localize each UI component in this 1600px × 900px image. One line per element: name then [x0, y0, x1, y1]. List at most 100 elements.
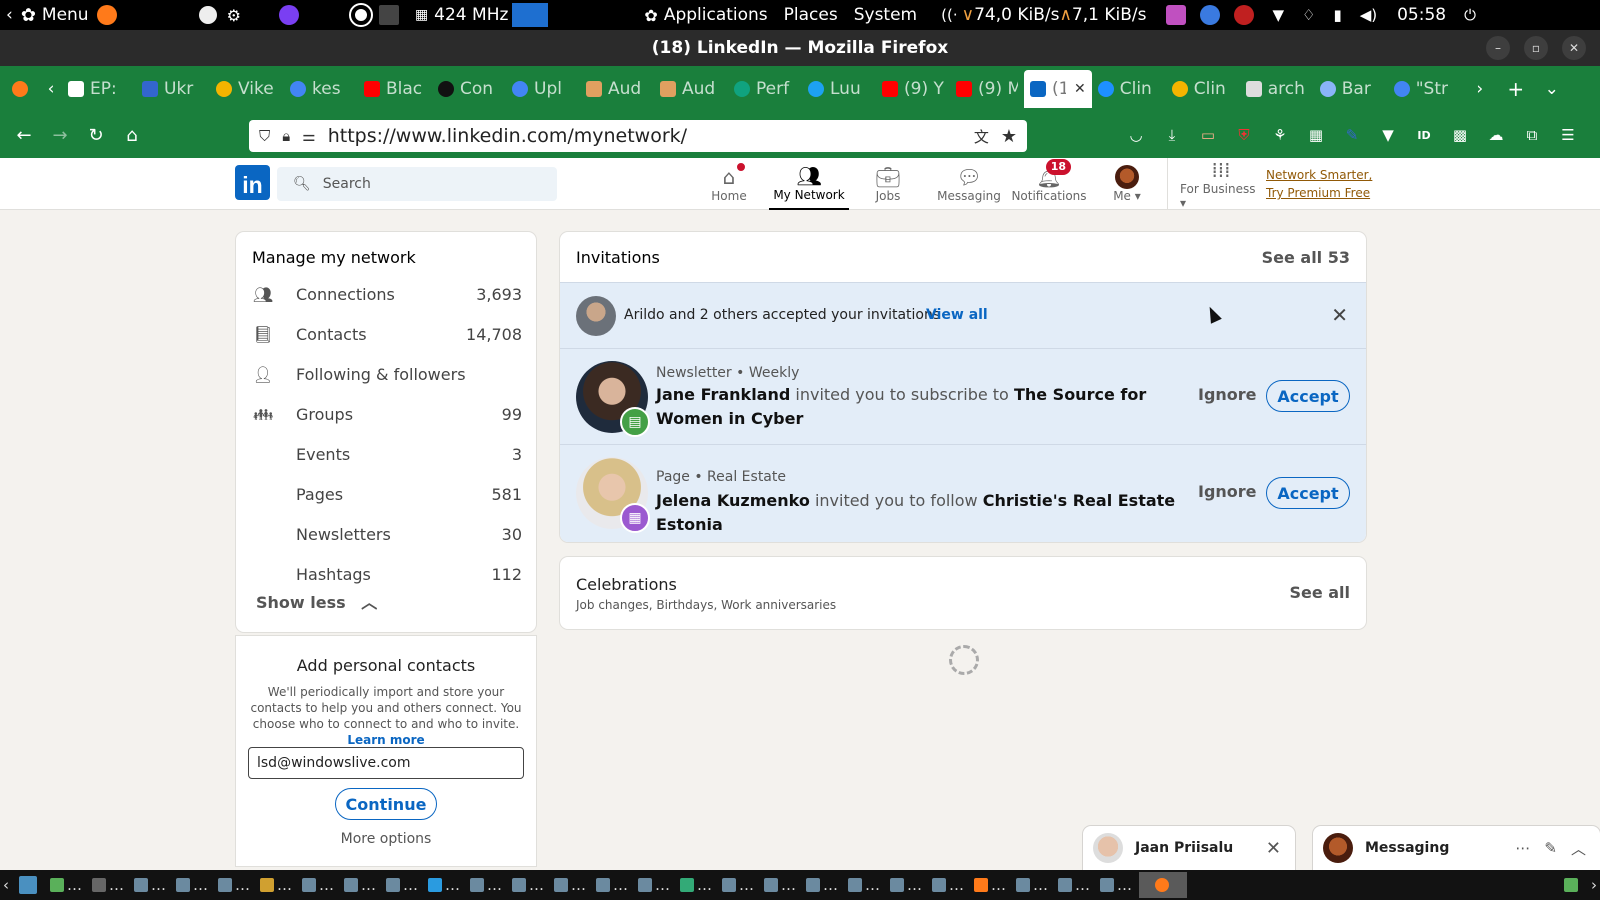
app-a-icon[interactable] [198, 6, 217, 24]
nav-messaging[interactable]: 💬︎ Messaging [936, 158, 1002, 210]
see-all-celebrations-button[interactable]: See all [1289, 583, 1350, 602]
linkedin-logo[interactable]: in [235, 165, 270, 200]
close-window-icon[interactable]: ✕ [1562, 36, 1586, 60]
browser-tab[interactable]: arch [1240, 70, 1314, 108]
tray-battery-icon[interactable]: ▮ [1333, 0, 1341, 30]
browser-tab[interactable]: (9) Y [876, 70, 950, 108]
browser-tab[interactable]: Bar [1314, 70, 1388, 108]
chat-contact-name[interactable]: Jaan Priisalu [1135, 840, 1266, 856]
taskbar-window-button[interactable]: … [341, 872, 379, 898]
taskbar-window-button[interactable]: … [803, 872, 841, 898]
network-item-contacts[interactable]: 📘︎ Contacts 14,708 [252, 314, 522, 354]
network-item-hashtags[interactable]: Hashtags 112 [252, 554, 522, 594]
messaging-title[interactable]: Messaging [1365, 840, 1515, 856]
places-menu[interactable]: Places [784, 0, 838, 30]
taskbar-window-button[interactable]: … [383, 872, 421, 898]
network-item-pages[interactable]: Pages 581 [252, 474, 522, 514]
ublock-icon[interactable]: ⛨ [1233, 124, 1255, 146]
url-bar[interactable]: ⛉ 🔒︎ ⚌ https://www.linkedin.com/mynetwor… [249, 120, 1027, 152]
tray-record-icon[interactable] [1234, 5, 1255, 25]
taskbar-window-button[interactable]: … [467, 872, 505, 898]
network-item-connections[interactable]: 👥︎ Connections 3,693 [252, 274, 522, 314]
extension-icon[interactable]: ▩ [1449, 124, 1471, 146]
taskbar-window-button[interactable]: … [551, 872, 589, 898]
filter-icon[interactable]: ▼ [1377, 124, 1399, 146]
browser-tab[interactable]: Perf [728, 70, 802, 108]
browser-tab[interactable]: Aud [654, 70, 728, 108]
network-item-newsletters[interactable]: Newsletters 30 [252, 514, 522, 554]
applications-menu[interactable]: Applications [664, 0, 768, 30]
taskbar-window-button[interactable]: … [299, 872, 337, 898]
panel-left-arrow-icon[interactable]: ‹ [6, 0, 13, 30]
network-item-events[interactable]: Events 3 [252, 434, 522, 474]
compose-icon[interactable]: ✎ [1544, 839, 1557, 857]
extension-icon[interactable]: ⚘ [1269, 124, 1291, 146]
tabs-scroll-left-button[interactable]: ‹ [40, 70, 62, 108]
tray-media-icon[interactable] [1166, 5, 1187, 25]
firefox-launcher-icon[interactable] [96, 5, 117, 25]
search-input[interactable]: 🔍︎ Search [277, 167, 557, 201]
continue-button[interactable]: Continue [335, 788, 437, 820]
more-options-link[interactable]: More options [236, 831, 536, 847]
taskbar-window-button[interactable]: … [719, 872, 757, 898]
taskbar-window-button[interactable]: … [1013, 872, 1051, 898]
menu-icon[interactable]: ✿ [21, 0, 36, 30]
taskbar-window-button[interactable]: … [1097, 872, 1135, 898]
chat-window-jaan[interactable]: Jaan Priisalu ✕ [1083, 826, 1295, 870]
permissions-icon[interactable]: ⚌ [302, 127, 315, 145]
tray-volume-icon[interactable]: ◀) [1360, 0, 1377, 30]
ignore-button[interactable]: Ignore [1198, 385, 1257, 404]
nav-my-network[interactable]: 👥︎ My Network [769, 158, 849, 210]
firefox-view-button[interactable] [0, 70, 40, 108]
premium-line-2[interactable]: Try Premium Free [1266, 184, 1372, 202]
taskbar-window-button[interactable]: … [89, 872, 127, 898]
accept-button[interactable]: Accept [1266, 380, 1350, 412]
extension-icon[interactable]: ✎ [1341, 124, 1363, 146]
see-all-invitations-button[interactable]: See all 53 [1262, 248, 1350, 267]
lock-icon[interactable]: 🔒︎ [282, 127, 290, 145]
premium-link[interactable]: Network Smarter, Try Premium Free [1266, 166, 1372, 202]
taskbar-window-button[interactable]: … [929, 872, 967, 898]
id-icon[interactable]: ID [1413, 124, 1435, 146]
browser-tab[interactable]: "Str [1388, 70, 1462, 108]
taskbar-window-button[interactable]: … [761, 872, 799, 898]
taskbar-window-button[interactable]: … [845, 872, 883, 898]
bookmark-star-icon[interactable]: ★ [1001, 126, 1017, 147]
taskbar-window-button[interactable]: … [425, 872, 463, 898]
browser-tab-active[interactable]: (1 ✕ [1024, 70, 1092, 108]
invitation-person[interactable]: Jelena Kuzmenko [656, 491, 810, 510]
browser-tab[interactable]: (9) M [950, 70, 1024, 108]
browser-tab[interactable]: Clin [1092, 70, 1166, 108]
taskbar-window-button[interactable]: … [47, 872, 85, 898]
pocket-icon[interactable]: ◡ [1125, 124, 1147, 146]
taskbar-scroll-right-icon[interactable]: › [1588, 872, 1600, 898]
close-tab-icon[interactable]: ✕ [1074, 81, 1086, 97]
tray-bell-icon[interactable]: ♢ [1302, 0, 1315, 30]
taskbar-window-button[interactable]: … [593, 872, 631, 898]
avatar[interactable] [576, 296, 616, 336]
tabs-scroll-right-button[interactable]: › [1462, 70, 1498, 108]
tray-wifi-icon[interactable]: ▼ [1272, 0, 1284, 30]
taskbar-window-button[interactable]: … [509, 872, 547, 898]
nav-notifications[interactable]: 🔔︎ 18 Notifications [1011, 158, 1087, 210]
close-icon[interactable]: ✕ [1331, 303, 1348, 327]
taskbar-firefox-active[interactable] [1139, 872, 1187, 898]
browser-tab[interactable]: Blac [358, 70, 432, 108]
accept-button[interactable]: Accept [1266, 477, 1350, 509]
browser-tab[interactable]: Luu [802, 70, 876, 108]
extension-icon[interactable]: ☁ [1485, 124, 1507, 146]
trash-icon[interactable] [1561, 872, 1584, 898]
extension-icon[interactable]: ▦ [1305, 124, 1327, 146]
opera-icon[interactable] [348, 3, 373, 27]
taskbar-window-button[interactable]: … [215, 872, 253, 898]
settings-icon[interactable]: ⚙ [227, 0, 241, 30]
home-button[interactable]: ⌂ [114, 117, 150, 153]
premium-line-1[interactable]: Network Smarter, [1266, 166, 1372, 184]
new-tab-button[interactable]: + [1498, 70, 1534, 108]
tray-app-icon[interactable] [1200, 5, 1221, 25]
browser-tab[interactable]: Clin [1166, 70, 1240, 108]
downloads-icon[interactable]: ⤓ [1161, 124, 1183, 146]
browser-tab[interactable]: Vike [210, 70, 284, 108]
nav-for-business[interactable]: ⁞⁞⁞ For Business ▾ [1180, 158, 1262, 210]
power-icon[interactable]: ⏻ [1464, 0, 1476, 30]
